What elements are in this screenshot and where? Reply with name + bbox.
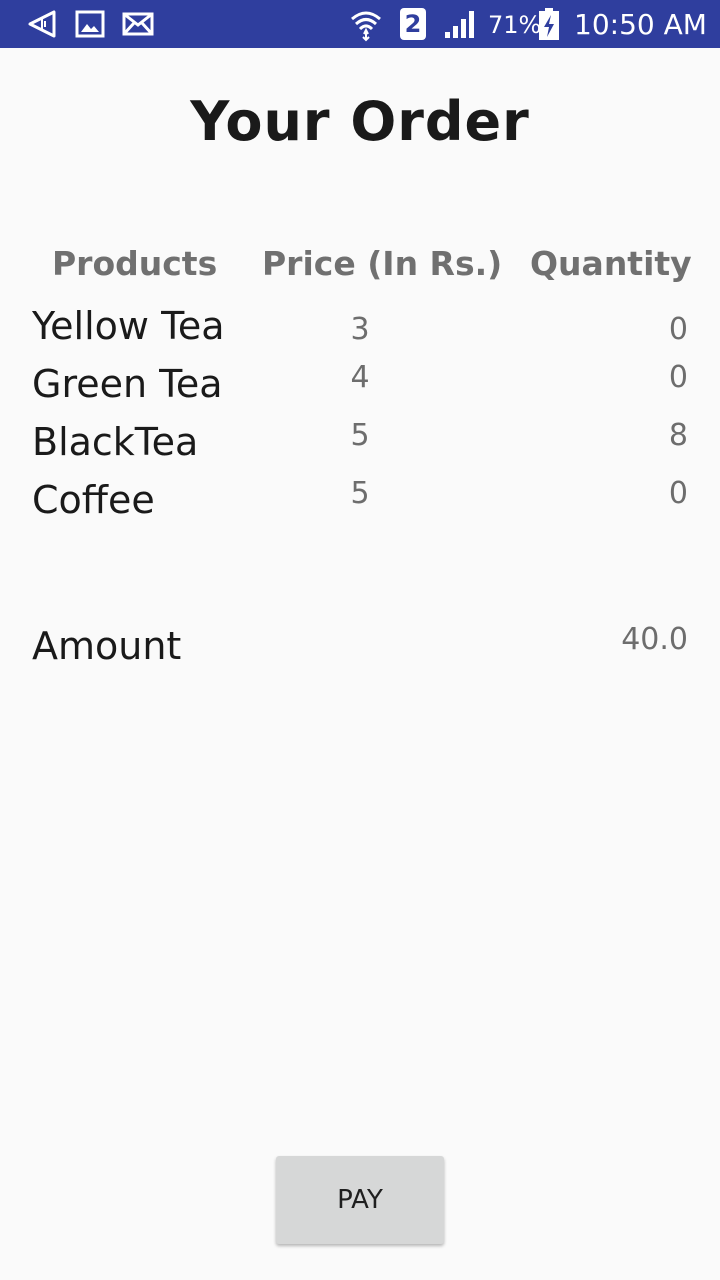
clock: 10:50 AM (574, 8, 707, 41)
image-icon (74, 0, 106, 48)
header-products: Products (52, 244, 218, 283)
product-name: Coffee (32, 478, 155, 522)
amount-value: 40.0 (621, 622, 688, 657)
product-quantity: 0 (668, 360, 688, 395)
amount-label: Amount (32, 624, 182, 668)
battery-percentage: 71% (488, 11, 542, 39)
signal-icon (440, 0, 480, 48)
page-title: Your Order (190, 90, 530, 153)
sim-icon: 2 (398, 0, 428, 48)
status-bar: 2 71% 10:50 AM (0, 0, 720, 48)
product-price: 3 (350, 312, 370, 347)
product-name: Green Tea (32, 362, 223, 406)
pay-button[interactable]: PAY (276, 1156, 444, 1244)
product-name: BlackTea (32, 420, 199, 464)
navigation-arrow-icon (24, 0, 60, 48)
wifi-icon (346, 0, 386, 48)
product-name: Yellow Tea (32, 304, 225, 348)
product-quantity: 0 (668, 312, 688, 347)
product-price: 5 (350, 418, 370, 453)
product-price: 4 (350, 360, 370, 395)
product-quantity: 0 (668, 476, 688, 511)
sim-slot-number: 2 (400, 8, 426, 40)
product-quantity: 8 (668, 418, 688, 453)
battery-charging-icon (536, 0, 562, 48)
mail-icon (120, 0, 156, 48)
header-price: Price (In Rs.) (262, 244, 503, 283)
order-screen: Your Order Products Price (In Rs.) Quant… (0, 48, 720, 1280)
header-quantity: Quantity (530, 244, 692, 283)
product-price: 5 (350, 476, 370, 511)
